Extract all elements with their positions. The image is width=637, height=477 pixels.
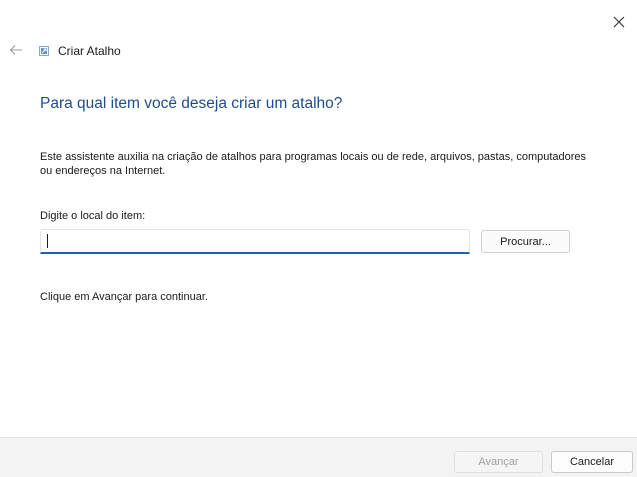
browse-button[interactable]: Procurar... bbox=[481, 230, 570, 253]
back-button[interactable] bbox=[6, 40, 26, 60]
wizard-description: Este assistente auxilia na criação de at… bbox=[40, 151, 587, 177]
next-button[interactable]: Avançar bbox=[454, 451, 543, 473]
continue-hint: Clique em Avançar para continuar. bbox=[40, 291, 208, 303]
shortcut-icon bbox=[38, 45, 50, 57]
cancel-button[interactable]: Cancelar bbox=[551, 451, 633, 473]
dialog-footer: Avançar Cancelar bbox=[0, 437, 637, 477]
page-heading: Para qual item você deseja criar um atal… bbox=[40, 95, 343, 112]
dialog-title-row: Criar Atalho bbox=[38, 44, 121, 58]
dialog-title: Criar Atalho bbox=[58, 44, 121, 58]
location-input[interactable] bbox=[40, 229, 470, 254]
create-shortcut-dialog: Criar Atalho Para qual item você deseja … bbox=[0, 0, 637, 477]
close-button[interactable] bbox=[605, 8, 633, 36]
location-label: Digite o local do item: bbox=[40, 210, 146, 222]
back-arrow-icon bbox=[9, 45, 22, 55]
close-icon bbox=[613, 16, 625, 28]
text-caret bbox=[47, 234, 48, 248]
